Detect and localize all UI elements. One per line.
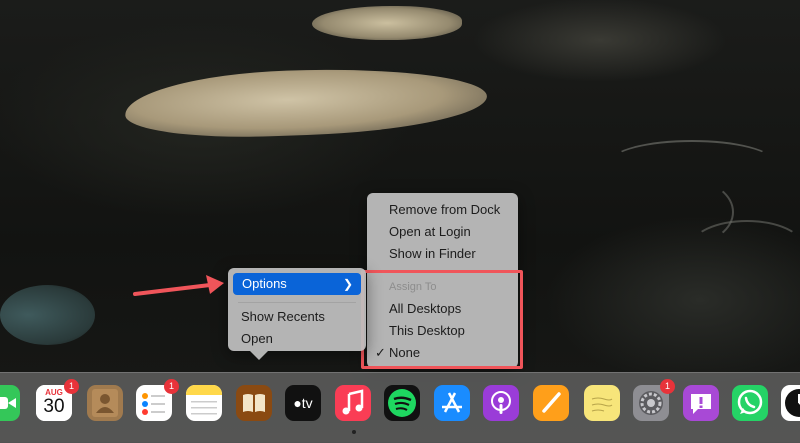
dock-app-whatsapp[interactable] — [732, 385, 768, 421]
apple-tv-icon: ●tv — [285, 385, 321, 421]
dock-app-spotify[interactable] — [384, 385, 420, 421]
menu-item-open[interactable]: Open — [228, 328, 366, 350]
chevron-right-icon: ❯ — [342, 277, 353, 291]
menu-item-label: Open at Login — [389, 224, 471, 239]
menu-item-label: Show Recents — [241, 309, 325, 324]
wallpaper-river — [610, 140, 774, 184]
podcasts-icon — [491, 391, 511, 414]
dock-app-feedback-assistant[interactable] — [683, 385, 719, 421]
dock-app-podcasts[interactable] — [483, 385, 519, 421]
dock-app-clock[interactable] — [781, 385, 800, 421]
dock-app-pages[interactable] — [533, 385, 569, 421]
menu-item-show-recents[interactable]: Show Recents — [228, 306, 366, 328]
menu-item-remove-from-dock[interactable]: Remove from Dock — [367, 199, 518, 221]
annotation-highlight-box — [361, 270, 523, 369]
dock-app-apple-tv[interactable]: ●tv — [285, 385, 321, 421]
menu-item-label: Options — [242, 276, 287, 291]
menu-item-label: Open — [241, 331, 273, 346]
stickies-icon — [591, 397, 613, 412]
facetime-icon — [0, 397, 16, 409]
spotify-icon — [388, 389, 416, 417]
wallpaper-water-left — [0, 285, 95, 345]
calendar-day: 30 — [43, 396, 65, 417]
dock: AUG 30 1 1 ●tv 1 — [0, 372, 800, 443]
menu-pointer — [250, 351, 268, 360]
menu-item-options[interactable]: Options ❯ — [233, 273, 361, 295]
dock-app-notes[interactable] — [186, 385, 222, 421]
dock-app-app-store[interactable] — [434, 385, 470, 421]
menu-item-show-in-finder[interactable]: Show in Finder — [367, 243, 518, 265]
dock-app-books[interactable] — [236, 385, 272, 421]
dock-context-menu: Options ❯ Show Recents Open — [228, 268, 366, 360]
tv-label: tv — [301, 395, 313, 411]
menu-item-label: Show in Finder — [389, 246, 476, 261]
wallpaper-lake-small — [312, 6, 462, 40]
annotation-arrow-icon — [133, 275, 224, 296]
pages-icon — [542, 392, 561, 413]
apple-logo-icon: ● — [293, 395, 302, 411]
wallpaper-lake — [123, 63, 489, 142]
dock-app-reminders[interactable]: 1 — [136, 379, 179, 421]
books-icon — [243, 394, 265, 412]
music-icon — [342, 389, 364, 415]
dock-app-calendar[interactable]: AUG 30 1 — [36, 379, 79, 421]
notification-badge: 1 — [660, 379, 675, 394]
dock-app-system-preferences[interactable]: 1 — [633, 379, 675, 421]
app-store-icon — [442, 392, 462, 413]
menu-item-label: Remove from Dock — [389, 202, 501, 217]
dock-app-music[interactable] — [335, 385, 371, 421]
clock-icon — [785, 389, 800, 417]
menu-item-open-at-login[interactable]: Open at Login — [367, 221, 518, 243]
dock-app-facetime[interactable] — [0, 385, 20, 421]
dock-app-contacts[interactable] — [87, 385, 123, 421]
dock-app-stickies[interactable] — [584, 385, 620, 421]
whatsapp-icon — [737, 389, 763, 415]
wallpaper-river — [690, 220, 800, 274]
notes-icon — [186, 385, 222, 415]
notification-badge: 1 — [164, 379, 179, 394]
contacts-icon — [92, 389, 118, 417]
feedback-icon — [691, 394, 711, 414]
running-indicator — [352, 430, 356, 434]
menu-separator — [238, 302, 356, 303]
notification-badge: 1 — [64, 379, 79, 394]
